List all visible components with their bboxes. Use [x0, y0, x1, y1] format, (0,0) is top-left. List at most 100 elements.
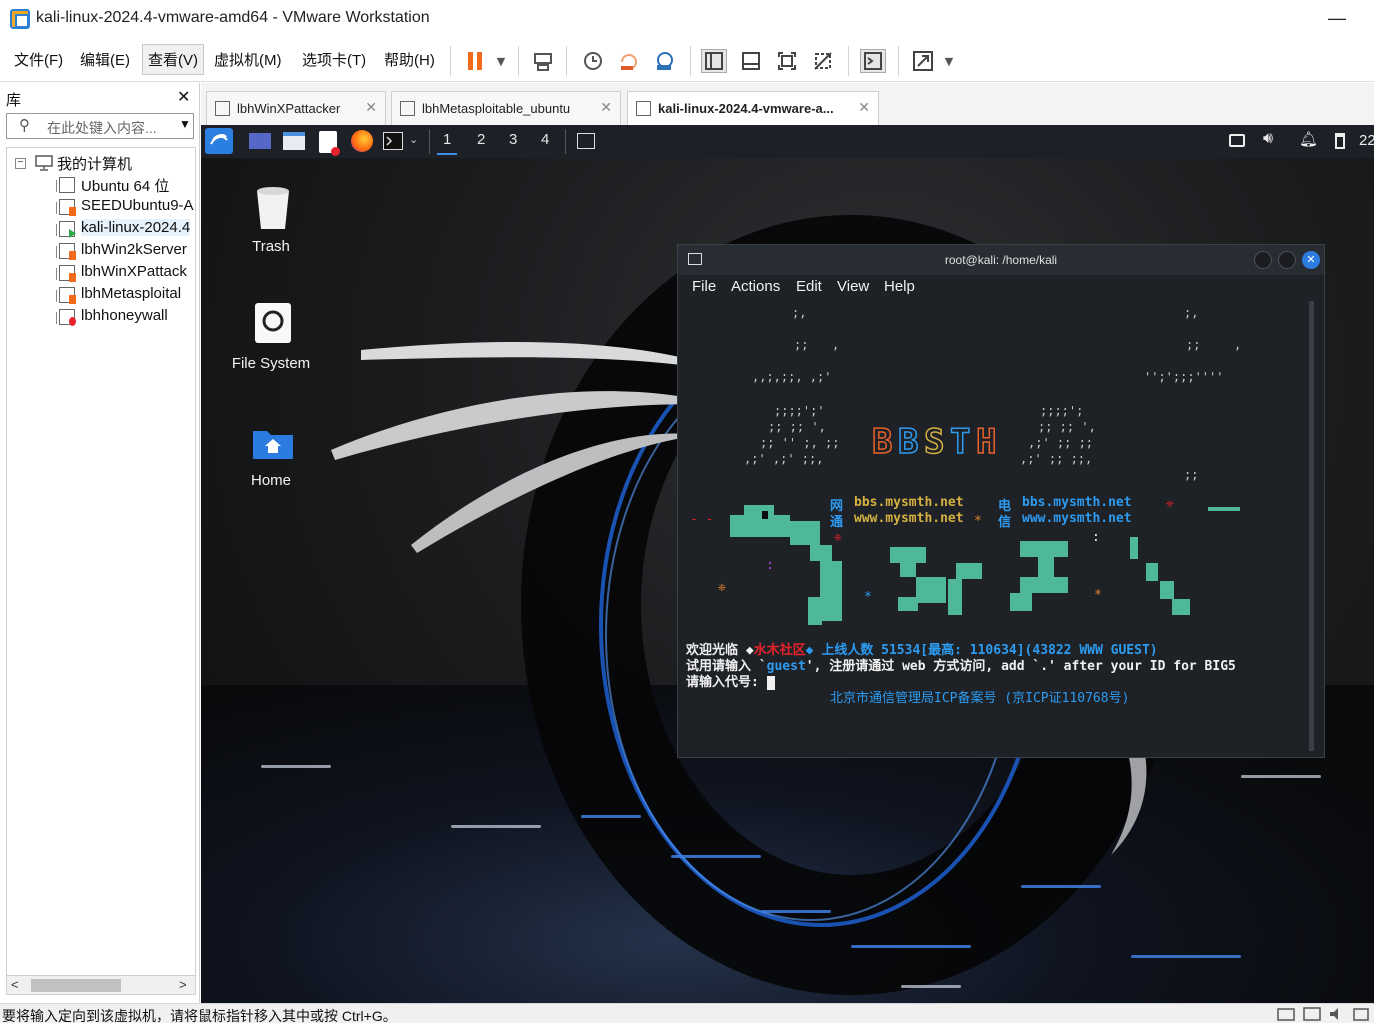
vm-icon [56, 199, 76, 216]
snapshot-icon[interactable] [580, 49, 606, 73]
tree-root-my-computer[interactable]: − 我的计算机 [7, 152, 195, 174]
tree-vm-lbhwin2kserver[interactable]: lbhWin2kServer [7, 240, 195, 262]
notification-bell-icon[interactable]: 🔔︎ [1299, 130, 1318, 148]
menu-tabs[interactable]: 选项卡(T) [302, 49, 366, 70]
console-view-icon[interactable] [860, 49, 886, 73]
tab-close-icon[interactable]: ✕ [365, 99, 377, 116]
terminal-maximize-button[interactable] [1278, 251, 1296, 269]
pause-icon[interactable] [462, 49, 488, 73]
scroll-right-icon[interactable]: > [179, 977, 187, 992]
water-glint [451, 825, 541, 828]
trash-icon[interactable] [253, 185, 293, 231]
vm-console[interactable]: ⌄ 1 2 3 4 🔊︎ 🔔︎ 22 Trash File System Hom… [201, 125, 1374, 1003]
svg-text:,: , [832, 338, 839, 352]
workspace-1[interactable]: 1 [437, 131, 458, 155]
show-library-icon[interactable] [701, 49, 727, 73]
kali-menu-icon[interactable] [205, 128, 233, 154]
terminal-menu-actions[interactable]: Actions [731, 278, 780, 295]
scrollbar-thumb[interactable] [31, 979, 121, 992]
stretch-dropdown-icon[interactable]: ▼ [936, 49, 962, 73]
library-heading: 库 [6, 92, 22, 109]
water-glint [1241, 775, 1321, 778]
tree-vm-label: Ubuntu 64 位 [81, 178, 170, 195]
terminal-launcher-icon[interactable] [383, 132, 403, 150]
tab-label: lbhMetasploitable_ubuntu [422, 101, 571, 116]
menu-view[interactable]: 查看(V) [142, 44, 204, 75]
svg-text::: : [766, 558, 774, 573]
terminal-close-button[interactable]: ✕ [1302, 251, 1320, 269]
snapshot-manager-icon[interactable] [652, 49, 678, 73]
revert-snapshot-icon[interactable] [616, 49, 642, 73]
tree-vm-lbhhoneywall[interactable]: lbhhoneywall [7, 306, 195, 328]
text-editor-icon[interactable] [319, 131, 340, 156]
desktop-file-system-label[interactable]: File System [211, 355, 331, 372]
workspace-3[interactable]: 3 [509, 131, 517, 148]
file-manager-icon[interactable] [283, 132, 305, 150]
home-folder-icon[interactable] [251, 425, 295, 461]
terminal-menu-help[interactable]: Help [884, 278, 915, 295]
terminal-window-button-icon[interactable] [577, 133, 595, 149]
file-system-icon[interactable] [253, 301, 293, 345]
guest-hint-suffix: ', 注册请通过 web 方式访问, add `.' after your ID… [805, 659, 1236, 674]
device-status-icons[interactable] [1276, 1006, 1372, 1022]
menu-help[interactable]: 帮助(H) [384, 49, 435, 70]
water-glint [1131, 955, 1241, 958]
clock-text[interactable]: 22 [1359, 132, 1374, 149]
tab-close-icon[interactable]: ✕ [600, 99, 612, 116]
desktop-trash-label[interactable]: Trash [211, 238, 331, 255]
show-desktop-icon[interactable] [249, 133, 271, 149]
search-placeholder: 在此处键入内容... [47, 120, 157, 136]
desktop-home-label[interactable]: Home [211, 472, 331, 489]
launcher-dropdown-icon[interactable]: ⌄ [409, 133, 418, 146]
terminal-menu-edit[interactable]: Edit [796, 278, 822, 295]
full-screen-icon[interactable] [774, 49, 800, 73]
library-scrollbar[interactable]: < > [6, 975, 196, 995]
panel-separator [429, 129, 430, 154]
send-ctrl-alt-del-icon[interactable] [530, 49, 556, 73]
minimize-button[interactable]: — [1328, 8, 1346, 29]
vm-running-icon [636, 101, 651, 116]
stretch-guest-icon[interactable] [910, 49, 936, 73]
menu-vm[interactable]: 虚拟机(M) [214, 49, 282, 70]
search-dropdown-icon[interactable]: ▼ [179, 117, 191, 131]
terminal-menu-file[interactable]: File [692, 278, 716, 295]
text-cursor [766, 675, 775, 690]
tab-close-icon[interactable]: ✕ [858, 99, 870, 116]
terminal-scrollbar[interactable] [1309, 301, 1314, 751]
power-dropdown-icon[interactable]: ▼ [488, 49, 514, 73]
terminal-titlebar[interactable]: root@kali: /home/kali ✕ [678, 245, 1324, 275]
firefox-icon[interactable] [351, 130, 373, 152]
terminal-minimize-button[interactable] [1254, 251, 1272, 269]
vm-paused-icon [56, 287, 76, 304]
volume-icon[interactable]: 🔊︎ [1263, 130, 1273, 148]
svg-text:,;' ,;' ;;,: ,;' ,;' ;;, [744, 452, 823, 466]
tab-label: kali-linux-2024.4-vmware-a... [658, 101, 834, 116]
workspace-4[interactable]: 4 [541, 131, 549, 148]
tree-vm-lbhwinxpattack[interactable]: lbhWinXPattack [7, 262, 195, 284]
tab-kali-linux[interactable]: kali-linux-2024.4-vmware-a... ✕ [627, 91, 879, 125]
workspace-2[interactable]: 2 [477, 131, 485, 148]
battery-icon[interactable] [1335, 133, 1345, 149]
library-close-icon[interactable]: ✕ [177, 87, 190, 107]
tab-lbhmetasploitable[interactable]: lbhMetasploitable_ubuntu ✕ [391, 91, 621, 125]
tree-vm-seedubuntu[interactable]: SEEDUbuntu9-A [7, 196, 195, 218]
display-icon[interactable] [1229, 134, 1245, 147]
thumbnail-bar-icon[interactable] [738, 49, 764, 73]
library-search-input[interactable]: ⚲ 在此处键入内容... ▼ [6, 113, 194, 139]
terminal-window[interactable]: root@kali: /home/kali ✕ File Actions Edi… [677, 244, 1325, 758]
login-prompt-label: 请输入代号: [686, 675, 759, 690]
tree-vm-lbhmetasploitable[interactable]: lbhMetasploital [7, 284, 195, 306]
unity-mode-icon[interactable] [810, 49, 836, 73]
window-title: kali-linux-2024.4-vmware-amd64 - VMware … [36, 9, 430, 26]
tab-lbhwinxpattacker[interactable]: lbhWinXPattacker ✕ [206, 91, 386, 125]
tree-vm-label: lbhWinXPattack [81, 263, 187, 280]
collapse-icon[interactable]: − [15, 158, 26, 169]
scroll-left-icon[interactable]: < [11, 977, 19, 992]
pixel-art-banner: - - ❈ ❈ ❈ * * * : : [690, 501, 1240, 625]
svg-text:S: S [924, 422, 944, 462]
tree-vm-kali[interactable]: kali-linux-2024.4 [7, 218, 195, 240]
menu-edit[interactable]: 编辑(E) [80, 49, 130, 70]
tree-vm-ubuntu[interactable]: Ubuntu 64 位 [7, 174, 195, 196]
menu-file[interactable]: 文件(F) [14, 49, 63, 70]
terminal-menu-view[interactable]: View [837, 278, 869, 295]
